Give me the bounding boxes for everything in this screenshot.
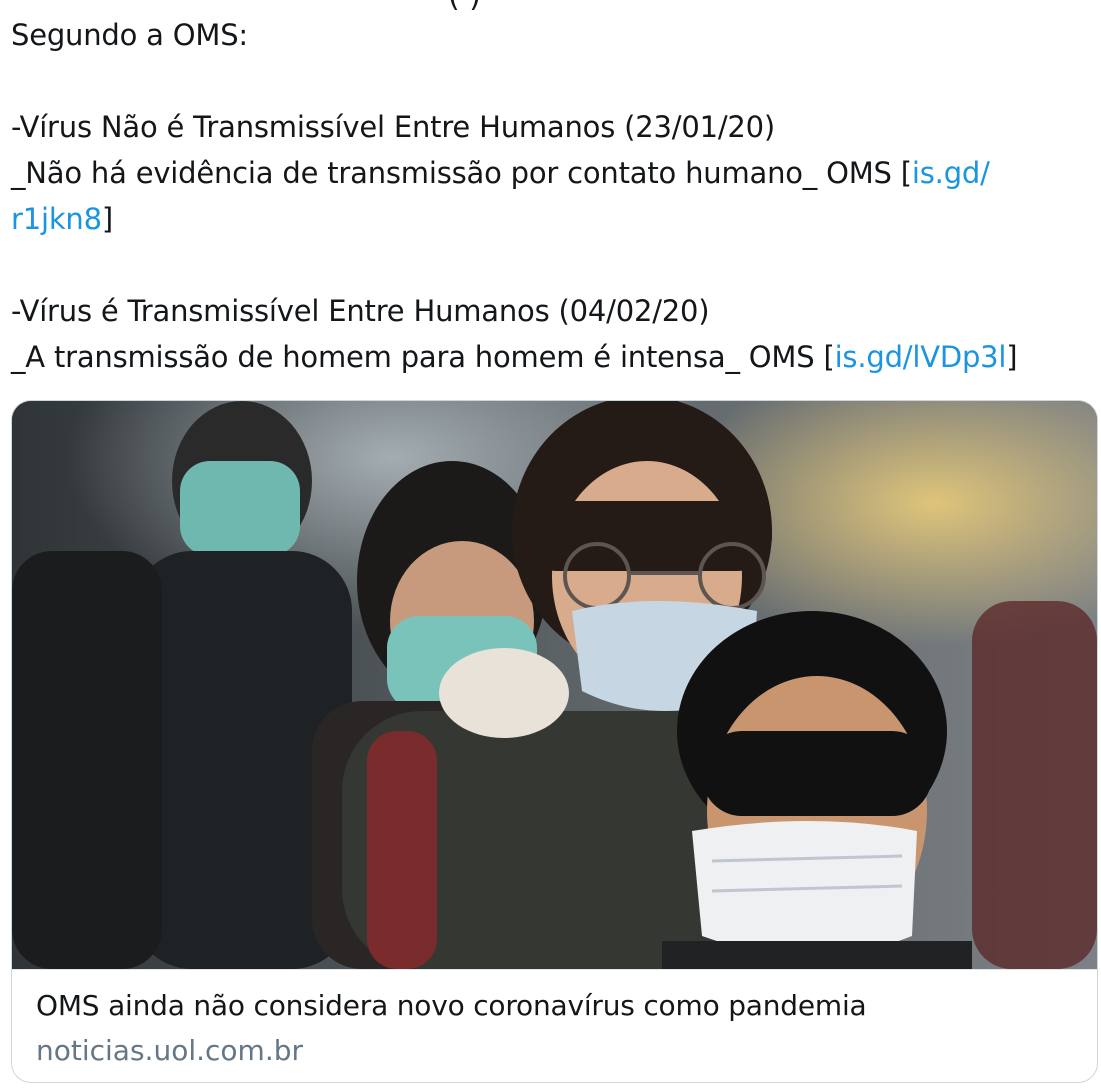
tweet: ( ) Segundo a OMS: -Vírus Não é Transmis…: [0, 0, 1101, 1091]
tweet-line-claim-2: -Vírus é Transmissível Entre Humanos (04…: [11, 288, 1086, 334]
card-title: OMS ainda não considera novo coronavírus…: [36, 989, 867, 1022]
tweet-line-quote-1-cont: r1jkn8]: [11, 196, 1086, 242]
tweet-line-quote-2: _A transmissão de homem para homem é int…: [11, 334, 1086, 380]
quote-1-text: _Não há evidência de transmissão por con…: [11, 156, 912, 190]
link-is-gd-lvdp3l[interactable]: is.gd/lVDp3l: [835, 340, 1007, 374]
quote-2-text: _A transmissão de homem para homem é int…: [11, 340, 835, 374]
link-preview-card[interactable]: OMS ainda não considera novo coronavírus…: [11, 400, 1098, 1083]
intro-text: Segundo a OMS:: [11, 18, 249, 52]
claim-2-text: -Vírus é Transmissível Entre Humanos (04…: [11, 294, 710, 328]
card-meta: OMS ainda não considera novo coronavírus…: [12, 969, 1097, 1082]
tweet-line-intro: Segundo a OMS:: [11, 12, 1086, 58]
card-domain: noticias.uol.com.br: [36, 1034, 303, 1067]
card-image: [12, 401, 1097, 969]
link-is-gd-r1jkn8-part2[interactable]: r1jkn8: [11, 202, 102, 236]
link-is-gd-r1jkn8-part1[interactable]: is.gd/: [912, 156, 990, 190]
tweet-text: Segundo a OMS: -Vírus Não é Transmissíve…: [11, 12, 1086, 380]
clipped-previous-text: ( ): [448, 0, 481, 12]
claim-1-text: -Vírus Não é Transmissível Entre Humanos…: [11, 110, 776, 144]
tweet-line-claim-1: -Vírus Não é Transmissível Entre Humanos…: [11, 104, 1086, 150]
masked-people-photo: [12, 401, 1097, 969]
bracket-close: ]: [1006, 340, 1018, 374]
bracket-close: ]: [101, 202, 113, 236]
tweet-line-quote-1: _Não há evidência de transmissão por con…: [11, 150, 1086, 196]
